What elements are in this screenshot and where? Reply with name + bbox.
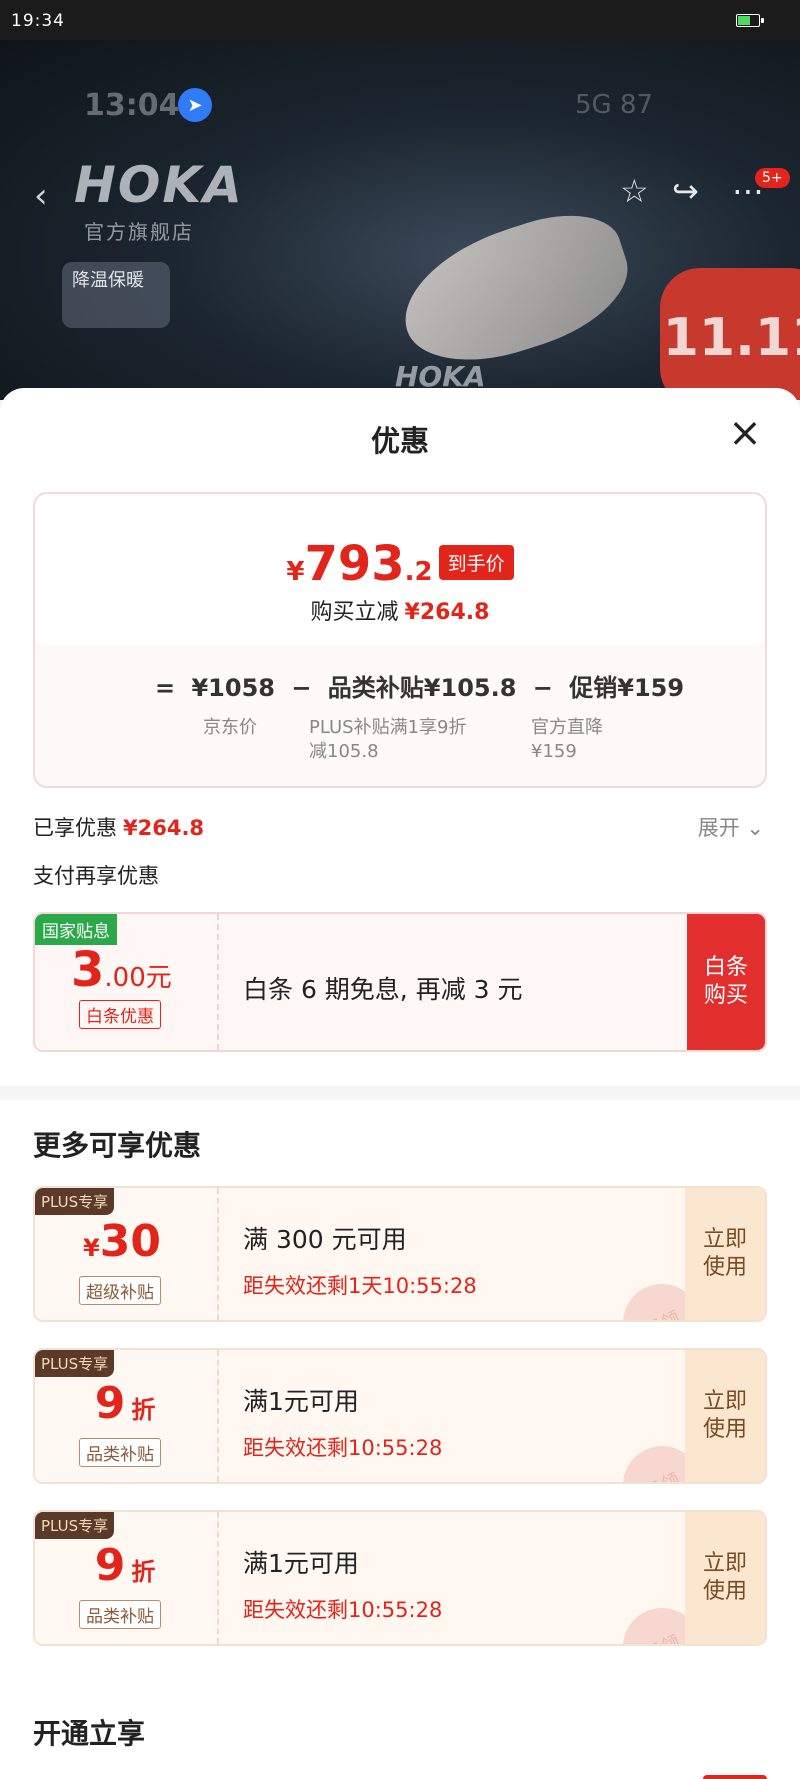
coupon-description: 白条 6 期免息, 再减 3 元 (243, 975, 523, 1004)
battery-icon (736, 14, 764, 27)
coupon-amount-small: .00元 (104, 963, 172, 993)
coupon-type-tag: 品类补贴 (79, 1438, 161, 1467)
coupon-divider (217, 914, 219, 1050)
subsidy-note-line1: PLUS补贴满1享9折 (309, 717, 467, 738)
formula-minus: − (532, 674, 553, 702)
open-membership-title: 开通立享 (33, 1717, 146, 1750)
notification-badge: 5+ (755, 168, 790, 188)
sheet-title: 优惠 (370, 424, 429, 458)
baitiao-buy-button[interactable]: 白条购买 (687, 914, 765, 1050)
plus-exclusive-tag: PLUS专享 (35, 1512, 115, 1539)
close-icon[interactable]: × (728, 413, 762, 453)
coupon-amount-big: 3 (71, 942, 105, 998)
formula-subsidy: 品类补贴¥105.8 (327, 674, 517, 702)
coupon-value: ¥30 (35, 1216, 215, 1267)
currency-symbol: ¥ (286, 557, 305, 587)
enjoyed-amount: ¥264.8 (123, 816, 205, 840)
background-time: 13:04 (84, 88, 180, 123)
promo-note: 官方直降 ¥159 (531, 716, 603, 764)
coupon-type-tag: 超级补贴 (79, 1276, 161, 1305)
discount-sheet: 优惠 × ¥793.2 到手价 购买立减 ¥264.8 = ¥1058 − 品类补贴… (0, 388, 800, 1779)
plus-exclusive-tag: PLUS专享 (35, 1188, 115, 1215)
enjoyed-discount-row: 已享优惠 ¥264.8 (33, 812, 204, 842)
location-icon: ➤ (178, 88, 212, 122)
national-subsidy-badge: 国家贴息 (35, 914, 117, 945)
pay-title: 支付再享优惠 (33, 864, 159, 888)
coupon-condition: 满1元可用 (243, 1387, 359, 1416)
coupon-divider (217, 1188, 219, 1320)
coupon-value: 9折 (35, 1540, 215, 1591)
coupon-countdown: 距失效还剩10:55:28 (243, 1598, 443, 1622)
price-integer: 793 (304, 536, 405, 592)
background-network: 5G 87 (575, 90, 654, 120)
coupon-value-unit: 折 (131, 1558, 156, 1586)
subsidy-note: PLUS补贴满1享9折 减105.8 (309, 716, 467, 764)
use-now-button[interactable]: 立即使用 (685, 1512, 765, 1644)
coupon-value-number: 9 (94, 1378, 126, 1429)
event-badge: 11.11 (660, 268, 800, 400)
star-icon[interactable]: ☆ (620, 172, 649, 210)
status-bar: 19:34 (0, 0, 800, 40)
coupon-countdown: 距失效还剩1天10:55:28 (243, 1274, 477, 1298)
formula-equals: = (155, 674, 176, 702)
price-formula: = ¥1058 − 品类补贴¥105.8 − 促销¥159 (155, 668, 692, 703)
share-icon[interactable]: ↪ (672, 172, 699, 210)
coupon-divider (217, 1350, 219, 1482)
product-hero-background: 13:04 ➤ 5G 87 ‹ HOKA 官方旗舰店 降温保暖 ☆ ↪ ⋯ 5+… (0, 40, 800, 400)
coupon-value-unit: 折 (131, 1396, 156, 1424)
final-price: ¥793.2 到手价 (35, 536, 765, 592)
promo-tag: 降温保暖 (62, 262, 170, 328)
plus-exclusive-tag: PLUS专享 (35, 1350, 115, 1377)
formula-base-price: ¥1058 (191, 674, 275, 702)
coupon-countdown: 距失效还剩10:55:28 (243, 1436, 443, 1460)
coupon-value-prefix: ¥ (83, 1234, 100, 1262)
base-price-note: 京东价 (203, 717, 257, 738)
reduction-label: 购买立减 (310, 600, 399, 625)
enjoyed-label: 已享优惠 (33, 816, 117, 840)
coupon-amount: 3.00元 (71, 942, 172, 998)
promo-note-line1: 官方直降 (531, 717, 603, 738)
use-now-button[interactable]: 立即使用 (685, 1188, 765, 1320)
expand-button[interactable]: 展开 ⌄ (698, 812, 764, 842)
coupon-type-tag: 品类补贴 (79, 1600, 161, 1629)
section-separator (0, 1086, 800, 1100)
status-time: 19:34 (11, 11, 65, 31)
coupon-type-tag: 白条优惠 (79, 1000, 161, 1029)
promo-note-line2: ¥159 (531, 741, 577, 762)
price-card: ¥793.2 到手价 购买立减 ¥264.8 = ¥1058 − 品类补贴¥105.… (33, 492, 767, 788)
reduction-line: 购买立减 ¥264.8 (35, 594, 765, 626)
coupon-condition: 满1元可用 (243, 1549, 359, 1578)
coupon-value-number: 9 (94, 1540, 126, 1591)
price-decimal: .2 (404, 557, 433, 587)
coupon-condition: 满 300 元可用 (243, 1225, 407, 1254)
formula-promo: 促销¥159 (569, 674, 685, 702)
open-action-edge[interactable] (703, 1775, 767, 1779)
subsidy-note-line2: 减105.8 (309, 741, 379, 762)
coupon-value: 9折 (35, 1378, 215, 1429)
coupon-value-number: 30 (99, 1216, 161, 1267)
expand-label: 展开 (697, 816, 740, 840)
formula-minus: − (291, 674, 312, 702)
brand-logo: HOKA (74, 156, 244, 214)
more-discounts-title: 更多可享优惠 (33, 1129, 202, 1162)
brand-subtitle: 官方旗舰店 (84, 220, 194, 244)
plus-coupon: PLUS专享 ¥30 超级补贴 满 300 元可用 距失效还剩1天10:55:2… (33, 1186, 767, 1322)
use-now-button[interactable]: 立即使用 (685, 1350, 765, 1482)
final-price-tag: 到手价 (438, 545, 514, 580)
back-icon[interactable]: ‹ (34, 176, 48, 216)
coupon-divider (217, 1512, 219, 1644)
plus-coupon: PLUS专享 9折 品类补贴 满1元可用 距失效还剩10:55:28 已领 立即… (33, 1510, 767, 1646)
pay-coupon: 国家贴息 3.00元 白条优惠 白条 6 期免息, 再减 3 元 白条购买 (33, 912, 767, 1052)
plus-coupon: PLUS专享 9折 品类补贴 满1元可用 距失效还剩10:55:28 已领 立即… (33, 1348, 767, 1484)
chevron-down-icon: ⌄ (746, 816, 764, 840)
shoe-image (387, 197, 643, 383)
reduction-amount: ¥264.8 (404, 600, 490, 625)
